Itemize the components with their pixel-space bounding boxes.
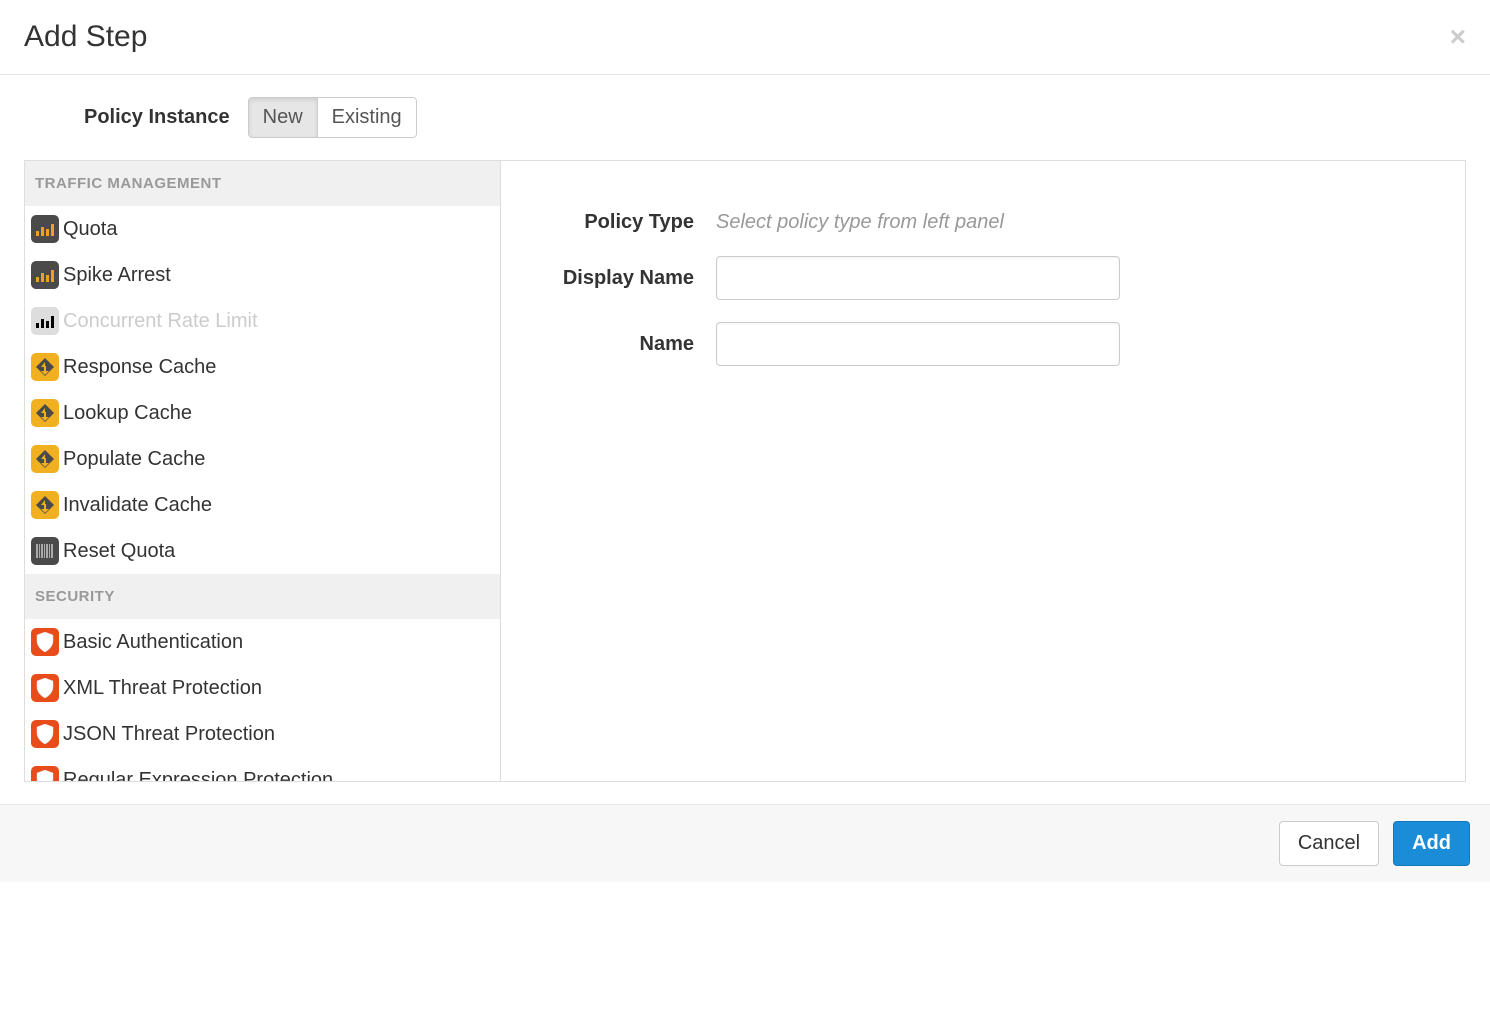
traffic-icon [31,261,59,289]
policy-type-list[interactable]: TRAFFIC MANAGEMENT Quota Spike Arrest Concu… [24,160,501,782]
policy-item-label: Reset Quota [63,540,175,563]
policy-instance-row: Policy Instance New Existing [0,75,1490,160]
policy-item[interactable]: Populate Cache [25,436,500,482]
main-container: TRAFFIC MANAGEMENT Quota Spike Arrest Concu… [24,160,1466,782]
barcode-icon [31,537,59,565]
modal-title: Add Step [24,20,147,54]
policy-item[interactable]: JSON Threat Protection [25,711,500,757]
name-input[interactable] [716,322,1120,366]
policy-item: Concurrent Rate Limit [25,298,500,344]
display-name-row: Display Name [531,256,1435,300]
cache-icon [31,491,59,519]
policy-item[interactable]: Lookup Cache [25,390,500,436]
cache-icon [31,399,59,427]
display-name-label: Display Name [531,267,716,290]
policy-item[interactable]: Reset Quota [25,528,500,574]
cache-icon [31,445,59,473]
cancel-button[interactable]: Cancel [1279,821,1379,866]
policy-item-label: Regular Expression Protection [63,769,333,783]
category-header: TRAFFIC MANAGEMENT [25,161,500,206]
policy-form-panel: Policy Type Select policy type from left… [501,160,1466,782]
policy-type-row: Policy Type Select policy type from left… [531,211,1435,234]
security-icon [31,674,59,702]
modal-footer: Cancel Add [0,804,1490,882]
existing-toggle-button[interactable]: Existing [317,97,417,138]
policy-item-label: Response Cache [63,356,216,379]
name-row: Name [531,322,1435,366]
traffic-icon [31,215,59,243]
policy-item[interactable]: Quota [25,206,500,252]
policy-item-label: Basic Authentication [63,631,243,654]
display-name-input[interactable] [716,256,1120,300]
security-icon [31,766,59,782]
policy-item[interactable]: XML Threat Protection [25,665,500,711]
policy-instance-toggle: New Existing [248,97,417,138]
cache-icon [31,353,59,381]
modal-header: Add Step × [0,0,1490,75]
policy-item[interactable]: Spike Arrest [25,252,500,298]
policy-item[interactable]: Regular Expression Protection [25,757,500,782]
policy-instance-label: Policy Instance [84,106,230,129]
policy-item-label: Invalidate Cache [63,494,212,517]
policy-type-label: Policy Type [531,211,716,234]
security-icon [31,720,59,748]
policy-item[interactable]: Basic Authentication [25,619,500,665]
policy-item-label: Concurrent Rate Limit [63,310,258,333]
category-header: SECURITY [25,574,500,619]
disabled-icon [31,307,59,335]
name-label: Name [531,333,716,356]
policy-item-label: Spike Arrest [63,264,171,287]
policy-item-label: JSON Threat Protection [63,723,275,746]
policy-item[interactable]: Invalidate Cache [25,482,500,528]
policy-type-placeholder: Select policy type from left panel [716,211,1004,234]
policy-item-label: Populate Cache [63,448,205,471]
security-icon [31,628,59,656]
policy-item[interactable]: Response Cache [25,344,500,390]
add-button[interactable]: Add [1393,821,1470,866]
policy-item-label: XML Threat Protection [63,677,262,700]
new-toggle-button[interactable]: New [248,97,318,138]
close-icon[interactable]: × [1450,23,1466,51]
policy-item-label: Lookup Cache [63,402,192,425]
policy-item-label: Quota [63,218,117,241]
